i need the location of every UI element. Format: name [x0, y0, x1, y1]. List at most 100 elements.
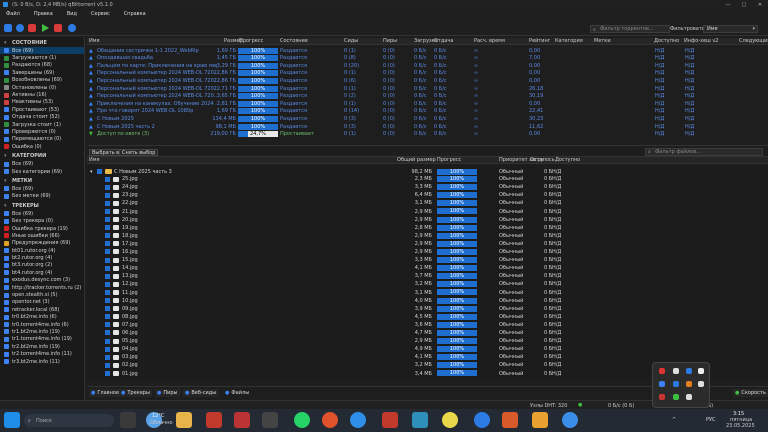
file-priority[interactable]: Обычный — [499, 362, 523, 368]
column-header[interactable]: Отдача — [434, 38, 453, 44]
torrent-row[interactable]: ▲ Опоздавшая свадьба 1,45 ГБ 100% Раздается 0… — [87, 55, 768, 62]
file-row[interactable]: 16.jpg 2,9 МБ 100% Обычный 0 Б Н/Д — [87, 248, 768, 255]
sidebar-item-trackers[interactable]: tr2.torrent4me.info (11) — [0, 350, 84, 357]
file-checkbox[interactable] — [105, 314, 110, 320]
sidebar-item-status[interactable]: Загружаются (1) — [0, 54, 84, 61]
sidebar-item-status[interactable]: Загрузка стоит (1) — [0, 121, 84, 128]
chrome-icon[interactable] — [474, 412, 490, 428]
sidebar-item-status[interactable]: Ошибка (0) — [0, 143, 84, 150]
file-checkbox[interactable] — [105, 257, 110, 263]
file-priority[interactable]: Обычный — [499, 233, 523, 239]
file-priority[interactable]: Обычный — [499, 298, 523, 304]
sidebar-item-status[interactable]: Все (69) — [0, 47, 84, 55]
app-icon[interactable] — [502, 412, 518, 428]
file-priority[interactable]: Обычный — [499, 322, 523, 328]
clear-selection-button[interactable]: Снять выбор — [119, 149, 159, 156]
app-icon[interactable] — [382, 412, 398, 428]
menu-view[interactable]: Вид — [67, 11, 77, 17]
folder-row[interactable]: ▾ С Новым 2025 часть 3 98,2 МБ 100% Обычный 0… — [87, 168, 768, 175]
column-header[interactable]: Доступно — [654, 38, 679, 44]
column-header[interactable]: Осталось — [530, 157, 555, 163]
torrent-row[interactable]: ▲ Персональный компьютер 2024 WEB-DL 720.… — [87, 85, 768, 92]
file-checkbox[interactable] — [105, 241, 110, 247]
file-checkbox[interactable] — [105, 338, 110, 344]
sidebar-item-trackers[interactable]: Без трекера (0) — [0, 217, 84, 224]
file-row[interactable]: 05.jpg 2,9 МБ 100% Обычный 0 Б Н/Д — [87, 338, 768, 345]
tab-general[interactable]: ● Главное — [89, 389, 122, 397]
file-row[interactable]: 07.jpg 3,6 МБ 100% Обычный 0 Б Н/Д — [87, 321, 768, 328]
tray-app-icon[interactable] — [673, 368, 679, 374]
delete-icon[interactable] — [28, 24, 36, 32]
file-priority[interactable]: Обычный — [499, 371, 523, 377]
file-checkbox[interactable] — [105, 298, 110, 303]
app-icon[interactable] — [532, 412, 548, 428]
minimize-button[interactable]: — — [720, 0, 736, 9]
filezilla-icon[interactable] — [206, 412, 222, 428]
file-checkbox[interactable] — [105, 192, 110, 198]
menu-tools[interactable]: Сервис — [91, 11, 110, 17]
file-row[interactable]: 17.jpg 2,9 МБ 100% Обычный 0 Б Н/Д — [87, 240, 768, 247]
sidebar-item-status[interactable]: Проверяются (0) — [0, 128, 84, 135]
file-filter-input[interactable]: ⌕ Фильтр файлов... — [645, 148, 763, 156]
file-row[interactable]: 03.jpg 4,1 МБ 100% Обычный 0 Б Н/Д — [87, 354, 768, 361]
file-priority[interactable]: Обычный — [499, 176, 523, 182]
file-priority[interactable]: Обычный — [499, 306, 523, 312]
file-row[interactable]: 23.jpg 6,4 МБ 100% Обычный 0 Б Н/Д — [87, 192, 768, 199]
file-row[interactable]: 08.jpg 4,5 МБ 100% Обычный 0 Б Н/Д — [87, 313, 768, 320]
file-checkbox[interactable] — [105, 208, 110, 214]
file-row[interactable]: 06.jpg 4,7 МБ 100% Обычный 0 Б Н/Д — [87, 329, 768, 336]
qbittorrent-icon[interactable] — [350, 412, 366, 428]
tray-app-icon[interactable] — [686, 381, 692, 387]
file-explorer-icon[interactable] — [176, 412, 192, 428]
language-indicator[interactable]: РУС — [706, 417, 716, 423]
app-icon[interactable] — [322, 412, 338, 428]
file-row[interactable]: 25.jpg 2,3 МБ 100% Обычный 0 Б Н/Д — [87, 176, 768, 183]
column-header[interactable]: Расч. время — [474, 38, 505, 44]
torrent-row[interactable]: ▲ Персональный компьютер 2024 WEB-DL 720.… — [87, 93, 768, 100]
taskbar-search[interactable]: ⌕ Поиск — [24, 414, 114, 427]
file-priority[interactable]: Обычный — [499, 241, 523, 247]
tray-app-icon[interactable] — [698, 368, 704, 374]
torrent-row[interactable]: ▼ Доступ по квоте (3) 219,00 ГБ 24,7% Проста… — [87, 131, 768, 138]
file-row[interactable]: 11.jpg 3,1 МБ 100% Обычный 0 Б Н/Д — [87, 289, 768, 296]
column-header[interactable]: Прогресс — [437, 157, 461, 163]
file-priority[interactable]: Обычный — [499, 257, 523, 263]
tray-app-icon[interactable] — [673, 381, 679, 387]
file-checkbox[interactable] — [105, 249, 110, 255]
menu-help[interactable]: Справка — [124, 11, 146, 17]
file-row[interactable]: 12.jpg 3,2 МБ 100% Обычный 0 Б Н/Д — [87, 281, 768, 288]
file-checkbox[interactable] — [105, 289, 110, 295]
sidebar-item-categories[interactable]: Все (69) — [0, 160, 84, 167]
sidebar-item-status[interactable]: Возобновлены (69) — [0, 77, 84, 84]
column-header[interactable]: Метки — [594, 38, 611, 44]
sidebar-item-tags[interactable]: Все (69) — [0, 185, 84, 192]
file-checkbox[interactable] — [105, 200, 110, 206]
sidebar-item-trackers[interactable]: tr2.bt2me.info (19) — [0, 343, 84, 350]
file-priority[interactable]: Обычный — [499, 290, 523, 296]
column-header[interactable]: Имя — [89, 157, 100, 163]
file-checkbox[interactable] — [105, 370, 110, 376]
column-header[interactable]: Прогресс — [239, 38, 263, 44]
flag-icon[interactable] — [659, 394, 665, 400]
file-priority[interactable]: Обычный — [499, 346, 523, 352]
torrent-row[interactable]: ▲ Про что говорят 2024 WEB-DL 1080p 1,69 Г… — [87, 108, 768, 115]
sidebar-item-trackers[interactable]: opentor.net (3) — [0, 299, 84, 306]
tray-chevron-icon[interactable]: ^ — [672, 417, 676, 423]
media-player-icon[interactable] — [262, 412, 278, 428]
menu-edit[interactable]: Правка — [34, 11, 53, 17]
tray-app-icon[interactable] — [686, 368, 692, 374]
sidebar-item-trackers[interactable]: open.stealth.si (5) — [0, 291, 84, 298]
file-priority[interactable]: Обычный — [499, 314, 523, 320]
file-checkbox[interactable] — [105, 184, 110, 190]
sidebar-item-trackers[interactable]: Иные ошибки (66) — [0, 232, 84, 239]
sidebar-item-status[interactable]: Простаивают (53) — [0, 106, 84, 113]
file-checkbox[interactable] — [105, 281, 110, 287]
file-checkbox[interactable] — [105, 233, 110, 239]
file-checkbox[interactable] — [105, 330, 110, 336]
pause-icon[interactable] — [54, 24, 62, 32]
column-header[interactable]: Общий размер — [397, 157, 436, 163]
file-priority[interactable]: Обычный — [499, 265, 523, 271]
tray-app-icon[interactable] — [686, 394, 692, 400]
sidebar-item-status[interactable]: Раздаются (68) — [0, 62, 84, 69]
file-row[interactable]: 18.jpg 2,9 МБ 100% Обычный 0 Б Н/Д — [87, 232, 768, 239]
